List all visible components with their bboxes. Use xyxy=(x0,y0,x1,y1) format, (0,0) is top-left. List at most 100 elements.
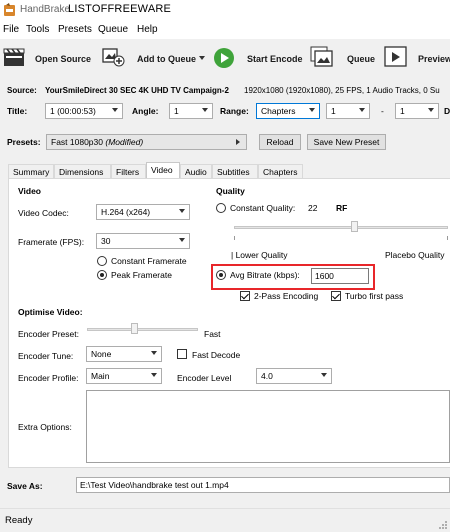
range-separator: - xyxy=(381,106,384,116)
video-codec-label: Video Codec: xyxy=(18,208,69,218)
turbo-first-pass-checkbox[interactable] xyxy=(331,291,341,301)
tab-subtitles[interactable]: Subtitles xyxy=(212,164,258,178)
quality-slider-track[interactable] xyxy=(234,226,448,229)
encoder-profile-value: Main xyxy=(91,371,110,381)
avg-bitrate-label[interactable]: Avg Bitrate (kbps): xyxy=(230,270,300,280)
add-to-queue-dropdown-icon[interactable] xyxy=(199,56,205,60)
encoder-tune-dropdown[interactable]: None xyxy=(86,346,162,362)
range-end-dropdown[interactable]: 1 xyxy=(395,103,439,119)
brand-title: LISTOFFREEWARE xyxy=(68,3,172,15)
presets-label: Presets: xyxy=(7,137,41,147)
peak-framerate-label[interactable]: Peak Framerate xyxy=(111,270,172,280)
menu-help[interactable]: Help xyxy=(137,24,158,35)
two-pass-label[interactable]: 2-Pass Encoding xyxy=(254,291,318,301)
fast-decode-checkbox[interactable] xyxy=(177,349,187,359)
preview-button[interactable]: Preview xyxy=(418,54,450,64)
preset-selector[interactable]: Fast 1080p30 (Modified) xyxy=(46,134,247,150)
range-start-dropdown[interactable]: 1 xyxy=(326,103,370,119)
extra-options-label: Extra Options: xyxy=(18,422,72,432)
chevron-down-icon xyxy=(321,373,327,377)
reload-button[interactable]: Reload xyxy=(259,134,301,150)
tab-filters[interactable]: Filters xyxy=(111,164,146,178)
quality-slider-ticks xyxy=(234,236,448,240)
source-info: 1920x1080 (1920x1080), 25 FPS, 1 Audio T… xyxy=(244,86,440,95)
constant-framerate-label[interactable]: Constant Framerate xyxy=(111,256,187,266)
constant-quality-radio[interactable] xyxy=(216,203,226,213)
framerate-value: 30 xyxy=(101,236,111,246)
menu-tools[interactable]: Tools xyxy=(26,24,49,35)
title-dropdown[interactable]: 1 (00:00:53) xyxy=(45,103,123,119)
quality-section-heading: Quality xyxy=(216,186,245,196)
encoder-level-value: 4.0 xyxy=(261,371,273,381)
encoder-preset-slider-thumb[interactable] xyxy=(131,323,138,334)
start-encode-button[interactable]: Start Encode xyxy=(247,54,303,64)
chevron-down-icon xyxy=(179,238,185,242)
constant-quality-label[interactable]: Constant Quality: xyxy=(230,203,295,213)
chevron-down-icon xyxy=(309,108,315,112)
framerate-label: Framerate (FPS): xyxy=(18,237,85,247)
menu-file[interactable]: File xyxy=(3,24,19,35)
tab-chapters[interactable]: Chapters xyxy=(258,164,303,178)
title-value: 1 (00:00:53) xyxy=(50,106,96,116)
chevron-down-icon xyxy=(112,108,118,112)
title-label: Title: xyxy=(7,106,28,116)
encoder-preset-value: Fast xyxy=(204,329,221,339)
chevron-down-icon xyxy=(179,209,185,213)
encoder-profile-label: Encoder Profile: xyxy=(18,373,79,383)
turbo-first-pass-label[interactable]: Turbo first pass xyxy=(345,291,403,301)
title-bar: HandBrake LISTOFFREEWARE xyxy=(0,0,450,21)
save-new-preset-button[interactable]: Save New Preset xyxy=(307,134,386,150)
toolbar: Open Source Add to Queue Start Encode Qu… xyxy=(0,39,450,79)
encoder-tune-value: None xyxy=(91,349,112,359)
two-pass-checkbox[interactable] xyxy=(240,291,250,301)
save-as-input[interactable]: E:\Test Video\handbrake test out 1.mp4 xyxy=(76,477,450,493)
angle-dropdown[interactable]: 1 xyxy=(169,103,213,119)
save-as-label: Save As: xyxy=(7,481,43,491)
avg-bitrate-radio[interactable] xyxy=(216,270,226,280)
add-to-queue-button[interactable]: Add to Queue xyxy=(137,54,196,64)
angle-label: Angle: xyxy=(132,106,159,116)
source-label: Source: xyxy=(7,86,37,95)
preview-icon[interactable] xyxy=(384,46,408,68)
range-label: Range: xyxy=(220,106,249,116)
duration-label: D xyxy=(444,106,450,116)
video-codec-value: H.264 (x264) xyxy=(101,207,151,217)
chevron-down-icon xyxy=(202,108,208,112)
angle-value: 1 xyxy=(174,106,179,116)
placebo-quality-label: Placebo Quality xyxy=(385,250,445,260)
app-title: HandBrake xyxy=(20,4,71,15)
framerate-dropdown[interactable]: 30 xyxy=(96,233,190,249)
tab-summary[interactable]: Summary xyxy=(8,164,54,178)
handbrake-logo-icon xyxy=(4,3,15,16)
peak-framerate-radio[interactable] xyxy=(97,270,107,280)
chevron-down-icon xyxy=(359,108,365,112)
avg-bitrate-input[interactable]: 1600 xyxy=(311,268,369,284)
encoder-profile-dropdown[interactable]: Main xyxy=(86,368,162,384)
menu-queue[interactable]: Queue xyxy=(98,24,128,35)
resize-grip-icon[interactable] xyxy=(438,520,448,530)
constant-framerate-radio[interactable] xyxy=(97,256,107,266)
encoder-level-dropdown[interactable]: 4.0 xyxy=(256,368,332,384)
extra-options-textarea[interactable] xyxy=(86,390,450,463)
queue-button[interactable]: Queue xyxy=(347,54,375,64)
open-source-button[interactable]: Open Source xyxy=(35,54,91,64)
menu-presets[interactable]: Presets xyxy=(58,24,92,35)
range-dropdown[interactable]: Chapters xyxy=(256,103,320,119)
tab-audio[interactable]: Audio xyxy=(180,164,212,178)
optimise-video-heading: Optimise Video: xyxy=(18,307,83,317)
preset-modified: (Modified) xyxy=(105,137,144,147)
fast-decode-label[interactable]: Fast Decode xyxy=(192,350,240,360)
start-encode-icon[interactable] xyxy=(213,47,235,69)
chevron-down-icon xyxy=(151,351,157,355)
encoder-preset-slider-track[interactable] xyxy=(87,328,198,331)
quality-slider-thumb[interactable] xyxy=(351,221,358,232)
tab-dimensions[interactable]: Dimensions xyxy=(54,164,111,178)
queue-icon[interactable] xyxy=(310,46,336,68)
chevron-right-icon xyxy=(236,139,240,145)
add-to-queue-icon[interactable] xyxy=(102,46,126,68)
tab-video[interactable]: Video xyxy=(146,162,180,178)
open-source-icon[interactable] xyxy=(3,47,25,67)
range-start-value: 1 xyxy=(331,106,336,116)
video-codec-dropdown[interactable]: H.264 (x264) xyxy=(96,204,190,220)
encoder-tune-label: Encoder Tune: xyxy=(18,351,74,361)
